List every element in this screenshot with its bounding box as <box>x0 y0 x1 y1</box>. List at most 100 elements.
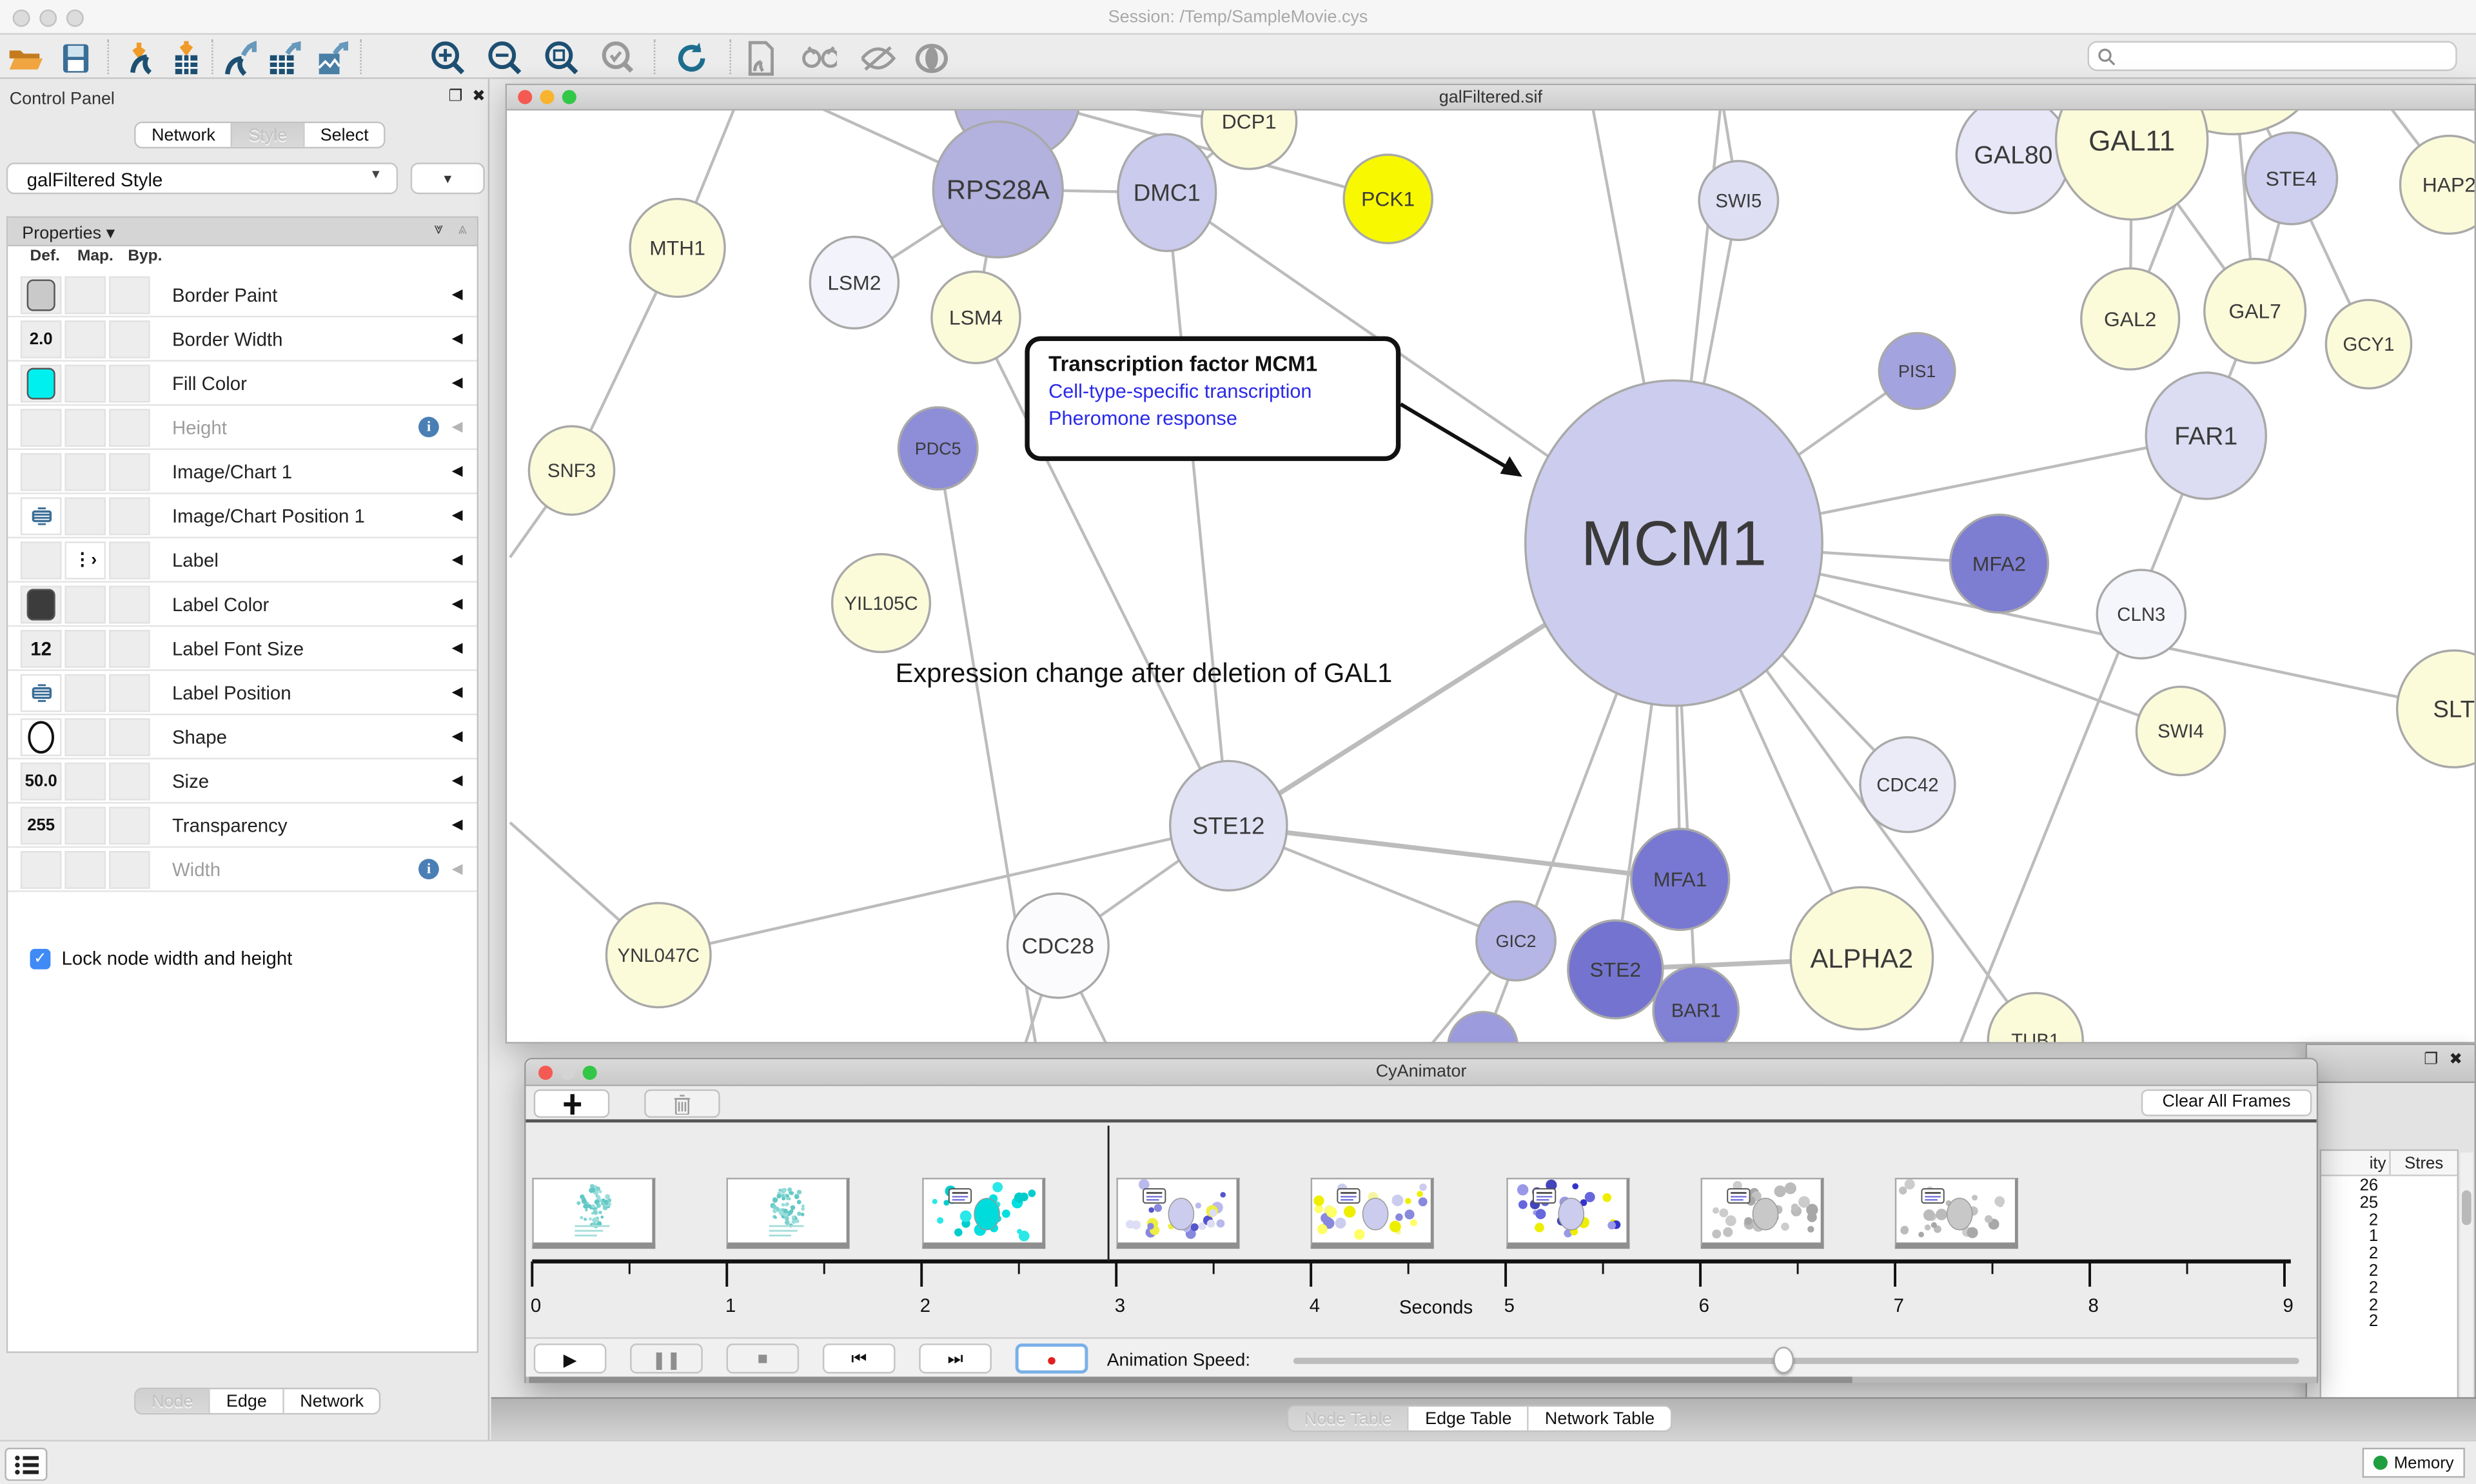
property-map-cell[interactable] <box>64 408 106 446</box>
network-node-cln3[interactable]: CLN3 <box>2097 570 2185 658</box>
property-def-cell[interactable] <box>21 453 62 491</box>
expand-property-icon[interactable]: ◀ <box>452 595 463 612</box>
property-row[interactable]: Image/Chart 1◀ <box>8 450 477 494</box>
info-icon[interactable]: i <box>418 417 439 438</box>
property-byp-cell[interactable] <box>109 496 150 534</box>
record-button[interactable]: ● <box>1016 1343 1088 1374</box>
search-network-icon[interactable] <box>799 39 837 75</box>
play-button[interactable]: ▶ <box>534 1343 607 1374</box>
network-node-gal11[interactable]: GAL11 <box>2056 110 2208 219</box>
network-node-gal80[interactable]: GAL80 <box>1956 110 2070 213</box>
expand-property-icon[interactable]: ◀ <box>452 639 463 657</box>
float-results-icon[interactable]: ❐ <box>2424 1051 2438 1069</box>
zoom-out-icon[interactable] <box>486 39 524 75</box>
search-input[interactable] <box>2088 41 2457 72</box>
property-def-cell[interactable] <box>21 275 62 313</box>
next-frame-button[interactable]: ⏭ <box>919 1343 992 1374</box>
animation-speed-thumb[interactable] <box>1773 1347 1794 1374</box>
expand-property-icon[interactable]: ◀ <box>452 816 463 834</box>
clear-all-frames-button[interactable]: Clear All Frames <box>2141 1089 2312 1117</box>
cyanimator-hscrollbar-thumb[interactable] <box>529 1377 1852 1383</box>
network-node-pis1[interactable]: PIS1 <box>1879 333 1955 409</box>
property-map-cell[interactable] <box>64 629 106 667</box>
network-node-slt[interactable]: SLT <box>2397 650 2475 767</box>
tab-network-table[interactable]: Network Table <box>1529 1407 1670 1430</box>
property-map-cell[interactable] <box>64 496 106 534</box>
network-node-purpb[interactable] <box>1448 1012 1518 1042</box>
property-row[interactable]: 2.0Border Width◀ <box>8 317 477 362</box>
tab-edge-table[interactable]: Edge Table <box>1410 1407 1529 1430</box>
previous-frame-button[interactable]: ⏮ <box>823 1343 896 1374</box>
network-node-mfa2[interactable]: MFA2 <box>1950 514 2049 612</box>
results-row[interactable]: 2 <box>2321 1244 2457 1261</box>
property-map-cell[interactable] <box>64 453 106 491</box>
tab-node[interactable]: Node <box>136 1389 211 1413</box>
network-node-bar1[interactable]: BAR1 <box>1653 966 1738 1042</box>
property-map-cell[interactable] <box>64 585 106 623</box>
network-node-yil105c[interactable]: YIL105C <box>832 554 930 652</box>
results-row[interactable]: 2 <box>2321 1278 2457 1295</box>
network-node-cdc42[interactable]: CDC42 <box>1860 737 1955 832</box>
tab-style[interactable]: Style <box>233 123 304 147</box>
property-row[interactable]: Label Color◀ <box>8 583 477 627</box>
property-row[interactable]: Border Paint◀ <box>8 273 477 318</box>
property-def-cell[interactable] <box>21 585 62 623</box>
property-row[interactable]: Fill Color◀ <box>8 362 477 406</box>
expand-property-icon[interactable]: ◀ <box>452 728 463 745</box>
results-scrollbar[interactable] <box>2461 1153 2473 1399</box>
expand-property-icon[interactable]: ◀ <box>452 861 463 878</box>
annotation-link-1[interactable]: Cell-type-specific transcription <box>1048 380 1396 402</box>
results-scrollbar-thumb[interactable] <box>2462 1191 2471 1225</box>
property-byp-cell[interactable] <box>109 850 150 888</box>
hide-elements-icon[interactable] <box>859 39 897 75</box>
cyanimator-titlebar[interactable]: CyAnimator <box>526 1059 2317 1086</box>
results-row[interactable]: 2 <box>2321 1210 2457 1227</box>
expand-property-icon[interactable]: ◀ <box>452 374 463 391</box>
property-byp-cell[interactable] <box>109 762 150 800</box>
network-node-gcy1[interactable]: GCY1 <box>2326 300 2411 388</box>
network-node-ste12[interactable]: STE12 <box>1170 761 1287 890</box>
expand-property-icon[interactable]: ◀ <box>452 683 463 701</box>
export-network-icon[interactable] <box>221 39 259 75</box>
tab-select[interactable]: Select <box>304 123 384 147</box>
expand-property-icon[interactable]: ◀ <box>452 286 463 303</box>
property-def-cell[interactable]: 2.0 <box>21 320 62 358</box>
export-table-icon[interactable] <box>265 39 303 75</box>
network-canvas[interactable]: DCP1RPS28ADMC1PCK1SWI5GAL80GAL11STE4HAP2… <box>507 110 2474 1042</box>
info-icon[interactable]: i <box>418 859 439 879</box>
property-row[interactable]: Shape◀ <box>8 715 477 759</box>
delete-frame-button[interactable] <box>644 1089 720 1118</box>
property-def-cell[interactable] <box>21 541 62 579</box>
open-session-icon[interactable] <box>6 39 44 75</box>
cyanimator-hscrollbar[interactable] <box>526 1377 2317 1383</box>
results-row[interactable]: 2 <box>2321 1262 2457 1278</box>
property-def-cell[interactable] <box>21 850 62 888</box>
network-node-cdc28[interactable]: CDC28 <box>1007 893 1108 998</box>
import-table-icon[interactable] <box>168 39 206 75</box>
property-row[interactable]: Widthi◀ <box>8 848 477 892</box>
property-row[interactable]: ⋮›Label◀ <box>8 538 477 583</box>
collapse-all-icon[interactable]: ⩓ <box>458 221 467 239</box>
property-byp-cell[interactable] <box>109 364 150 402</box>
property-row[interactable]: 255Transparency◀ <box>8 804 477 848</box>
network-node-hap2[interactable]: HAP2 <box>2400 136 2474 234</box>
close-panel-icon[interactable]: ✖ <box>472 88 486 106</box>
property-map-cell[interactable] <box>64 320 106 358</box>
lock-size-checkbox[interactable]: ✓ <box>30 948 51 969</box>
zoom-fit-icon[interactable] <box>543 39 581 75</box>
property-byp-cell[interactable] <box>109 320 150 358</box>
style-options-button[interactable]: ▼ <box>411 162 485 194</box>
property-byp-cell[interactable] <box>109 541 150 579</box>
property-def-cell[interactable] <box>21 718 62 756</box>
network-node-gic2[interactable]: GIC2 <box>1477 901 1555 980</box>
expand-property-icon[interactable]: ◀ <box>452 330 463 347</box>
expand-all-icon[interactable]: ⩔ <box>434 221 443 239</box>
property-row[interactable]: Heighti◀ <box>8 405 477 450</box>
save-session-icon[interactable] <box>57 39 95 75</box>
network-node-dcp1[interactable]: DCP1 <box>1202 110 1297 169</box>
property-map-cell[interactable] <box>64 806 106 844</box>
property-map-cell[interactable] <box>64 275 106 313</box>
network-node-ste2[interactable]: STE2 <box>1568 921 1663 1019</box>
network-node-far1[interactable]: FAR1 <box>2146 373 2266 499</box>
network-node-mfa1[interactable]: MFA1 <box>1631 829 1729 930</box>
